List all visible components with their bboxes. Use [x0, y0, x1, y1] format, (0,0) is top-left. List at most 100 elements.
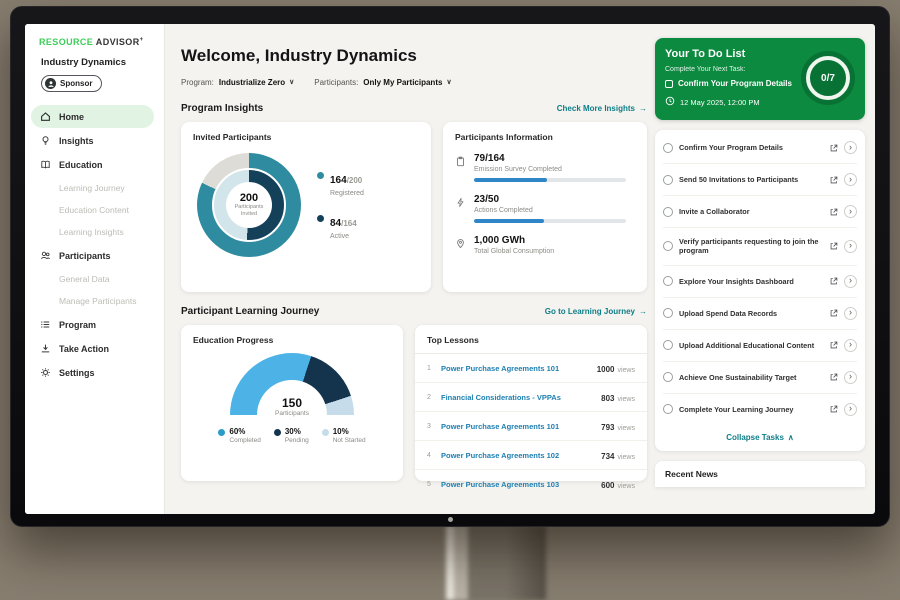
task-checkbox[interactable]	[663, 175, 673, 185]
external-link-icon	[830, 277, 838, 285]
gauge-legend: 60%Completed 30%Pending 10%Not Started	[218, 427, 365, 444]
chevron-right-icon[interactable]: ›	[844, 275, 857, 288]
todo-tasks-card: Confirm Your Program Details › Send 50 I…	[655, 130, 865, 451]
top-lessons-card: Top Lessons 1 Power Purchase Agreements …	[415, 325, 647, 481]
clock-icon	[665, 96, 675, 108]
task-checkbox[interactable]	[663, 308, 673, 318]
lesson-link[interactable]: Power Purchase Agreements 103	[441, 480, 593, 489]
sidebar-item-participants[interactable]: Participants	[31, 244, 154, 267]
donut-center: 200 Participants Invited	[226, 182, 272, 228]
arrow-right-icon: →	[639, 104, 647, 113]
legend-pending: 30%Pending	[274, 427, 309, 444]
progress-bar	[474, 178, 626, 182]
stat-emission-survey: 79/164 Emission Survey Completed	[455, 153, 633, 182]
chevron-right-icon[interactable]: ›	[844, 141, 857, 154]
stat-actions-completed: 23/50 Actions Completed	[455, 194, 633, 223]
sidebar-item-take-action[interactable]: Take Action	[31, 337, 154, 360]
lesson-link[interactable]: Power Purchase Agreements 102	[441, 451, 593, 460]
task-row-invite-collaborator[interactable]: Invite a Collaborator ›	[663, 196, 857, 228]
lesson-link[interactable]: Power Purchase Agreements 101	[441, 364, 589, 373]
task-checkbox[interactable]	[663, 276, 673, 286]
sponsor-badge[interactable]: Sponsor	[41, 75, 102, 92]
logo-text-resource: RESOURCE	[39, 37, 93, 47]
chevron-down-icon: ∨	[446, 79, 451, 86]
sidebar-item-home[interactable]: Home	[31, 105, 154, 128]
chevron-right-icon[interactable]: ›	[844, 403, 857, 416]
task-checkbox[interactable]	[663, 340, 673, 350]
external-link-icon	[830, 341, 838, 349]
program-insights-title: Program Insights	[181, 103, 263, 114]
task-row-send-invitations[interactable]: Send 50 Invitations to Participants ›	[663, 164, 857, 196]
sidebar-item-program[interactable]: Program	[31, 313, 154, 336]
collapse-tasks-link[interactable]: Collapse Tasks ∧	[663, 425, 857, 449]
sidebar-item-settings[interactable]: Settings	[31, 361, 154, 384]
task-checkbox[interactable]	[663, 207, 673, 217]
task-checkbox[interactable]	[663, 372, 673, 382]
education-progress-card: Education Progress 150 Participants	[181, 325, 403, 481]
monitor-stand	[446, 525, 546, 600]
next-task[interactable]: Confirm Your Program Details	[665, 79, 807, 88]
page-title: Welcome, Industry Dynamics	[181, 46, 647, 66]
lesson-row[interactable]: 1 Power Purchase Agreements 101 1000view…	[415, 354, 647, 383]
lesson-row[interactable]: 2 Financial Considerations - VPPAs 803vi…	[415, 383, 647, 412]
external-link-icon	[830, 144, 838, 152]
card-title: Invited Participants	[181, 122, 431, 142]
bulb-icon	[40, 135, 52, 146]
invited-participants-card: Invited Participants 200 Participants In…	[181, 122, 431, 292]
task-checkbox[interactable]	[663, 143, 673, 153]
checkbox-icon[interactable]	[665, 80, 673, 88]
list-icon	[40, 319, 52, 330]
program-filter-label: Program:	[181, 78, 214, 87]
chevron-right-icon[interactable]: ›	[844, 339, 857, 352]
legend-active: 84/164 Active	[317, 213, 364, 240]
screen: RESOURCE ADVISOR+ Industry Dynamics Spon…	[25, 24, 875, 514]
lesson-row[interactable]: 3 Power Purchase Agreements 101 793views	[415, 412, 647, 441]
recent-news-header[interactable]: Recent News	[655, 461, 865, 487]
lesson-row[interactable]: 5 Power Purchase Agreements 103 600views	[415, 470, 647, 498]
main-column: Welcome, Industry Dynamics Program: Indu…	[165, 24, 657, 514]
gear-icon	[40, 367, 52, 378]
sidebar-item-general-data[interactable]: General Data	[25, 268, 164, 290]
location-pin-icon	[455, 236, 466, 255]
card-title: Participants Information	[443, 122, 647, 142]
sponsor-person-icon	[45, 78, 56, 89]
chevron-right-icon[interactable]: ›	[844, 173, 857, 186]
legend-not-started: 10%Not Started	[322, 427, 366, 444]
chevron-right-icon[interactable]: ›	[844, 307, 857, 320]
task-checkbox[interactable]	[663, 241, 673, 251]
lesson-link[interactable]: Financial Considerations - VPPAs	[441, 393, 593, 402]
sidebar-item-learning-journey[interactable]: Learning Journey	[25, 177, 164, 199]
task-row-achieve-target[interactable]: Achieve One Sustainability Target ›	[663, 362, 857, 394]
task-row-upload-educational-content[interactable]: Upload Additional Educational Content ›	[663, 330, 857, 362]
go-to-learning-journey-link[interactable]: Go to Learning Journey →	[545, 307, 647, 316]
check-more-insights-link[interactable]: Check More Insights →	[557, 104, 647, 113]
lesson-link[interactable]: Power Purchase Agreements 101	[441, 422, 593, 431]
chevron-right-icon[interactable]: ›	[844, 205, 857, 218]
task-row-complete-learning-journey[interactable]: Complete Your Learning Journey ›	[663, 394, 857, 425]
task-row-upload-spend-data[interactable]: Upload Spend Data Records ›	[663, 298, 857, 330]
sidebar-item-learning-insights[interactable]: Learning Insights	[25, 221, 164, 243]
people-icon	[40, 250, 52, 261]
lesson-row[interactable]: 4 Power Purchase Agreements 102 734views	[415, 441, 647, 470]
chevron-right-icon[interactable]: ›	[844, 371, 857, 384]
task-row-explore-insights[interactable]: Explore Your Insights Dashboard ›	[663, 266, 857, 298]
external-link-icon	[830, 176, 838, 184]
sidebar-item-insights[interactable]: Insights	[31, 129, 154, 152]
sidebar-item-manage-participants[interactable]: Manage Participants	[25, 290, 164, 312]
todo-summary-card: Your To Do List Complete Your Next Task:…	[655, 38, 865, 120]
lightning-icon	[455, 195, 466, 223]
participants-filter-dropdown[interactable]: Only My Participants ∨	[363, 78, 451, 87]
program-filter-dropdown[interactable]: Industrialize Zero ∨	[219, 78, 294, 87]
chevron-right-icon[interactable]: ›	[844, 240, 857, 253]
app-logo: RESOURCE ADVISOR+	[25, 24, 164, 47]
clipboard-icon	[455, 154, 466, 182]
task-checkbox[interactable]	[663, 404, 673, 414]
task-row-confirm-program[interactable]: Confirm Your Program Details ›	[663, 132, 857, 164]
sponsor-label: Sponsor	[60, 79, 92, 88]
bezel-logo-dot	[448, 517, 453, 522]
task-row-verify-participants[interactable]: Verify participants requesting to join t…	[663, 228, 857, 266]
book-icon	[40, 159, 52, 170]
sidebar-item-education[interactable]: Education	[31, 153, 154, 176]
sidebar-item-education-content[interactable]: Education Content	[25, 199, 164, 221]
sidebar-nav: Home Insights Education Learning Journey…	[25, 105, 164, 384]
